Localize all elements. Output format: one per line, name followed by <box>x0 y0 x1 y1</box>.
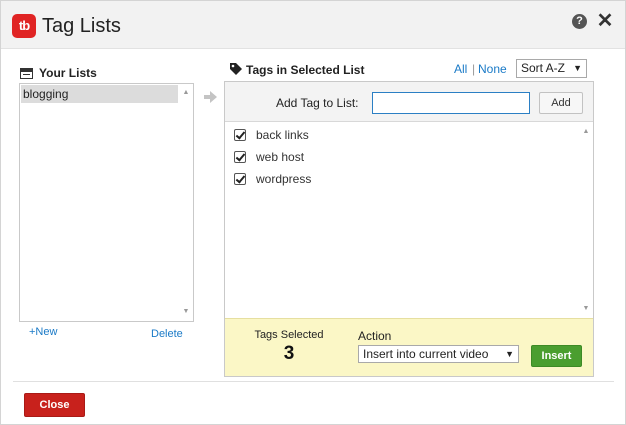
help-icon[interactable]: ? <box>572 14 587 29</box>
add-tag-row: Add Tag to List: Add <box>225 82 593 122</box>
delete-list-link[interactable]: Delete <box>151 328 183 341</box>
add-tag-button[interactable]: Add <box>539 92 583 114</box>
tags-in-selected-list-label: Tags in Selected List <box>246 63 365 77</box>
tags-selected-count: 3 <box>283 343 295 364</box>
close-button[interactable]: Close <box>24 393 85 417</box>
tag-list: back links web host wordpress <box>225 123 579 317</box>
tags-panel: Add Tag to List: Add back links web host… <box>224 81 594 377</box>
tag-icon <box>230 63 242 75</box>
selection-footer: Tags Selected 3 Action Insert into curre… <box>225 318 593 376</box>
sort-select-value: Sort A-Z <box>521 61 566 75</box>
link-separator: | <box>472 62 476 76</box>
tag-checkbox[interactable] <box>234 151 246 163</box>
insert-button[interactable]: Insert <box>531 345 582 367</box>
tag-label: back links <box>256 128 309 142</box>
footer-divider <box>13 381 614 382</box>
add-tag-input[interactable] <box>372 92 530 114</box>
list-icon <box>20 68 33 79</box>
tag-lists-dialog: tb Tag Lists ? ✕ Your Lists blogging ▲ ▼… <box>0 0 626 425</box>
dialog-title: Tag Lists <box>42 15 121 37</box>
tubebuddy-logo-icon: tb <box>12 14 36 38</box>
tag-checkbox[interactable] <box>234 129 246 141</box>
scroll-up-icon[interactable]: ▲ <box>179 87 193 99</box>
chevron-down-icon: ▼ <box>505 349 514 359</box>
new-list-link[interactable]: +New <box>29 326 57 339</box>
scroll-down-icon[interactable]: ▼ <box>179 306 193 318</box>
tag-label: web host <box>256 150 305 164</box>
list-item[interactable]: blogging <box>21 85 178 103</box>
action-select[interactable]: Insert into current video ▼ <box>358 345 519 363</box>
sort-select[interactable]: Sort A-Z ▼ <box>516 59 587 78</box>
select-all-link[interactable]: All <box>454 62 467 77</box>
add-tag-label: Add Tag to List: <box>276 96 359 110</box>
scroll-up-icon[interactable]: ▲ <box>579 126 593 138</box>
close-icon[interactable]: ✕ <box>596 11 614 31</box>
arrow-right-icon <box>204 91 217 103</box>
your-lists-box[interactable]: blogging ▲ ▼ <box>19 83 194 322</box>
select-none-link[interactable]: None <box>478 62 507 77</box>
action-label: Action <box>358 329 392 343</box>
scroll-down-icon[interactable]: ▼ <box>579 303 593 315</box>
chevron-down-icon: ▼ <box>573 63 582 73</box>
dialog-header: tb Tag Lists ? ✕ <box>1 1 625 49</box>
action-select-value: Insert into current video <box>363 347 489 361</box>
your-lists-label: Your Lists <box>39 66 97 80</box>
tag-checkbox[interactable] <box>234 173 246 185</box>
tags-selected-label: Tags Selected <box>254 329 324 341</box>
tag-label: wordpress <box>256 172 312 186</box>
